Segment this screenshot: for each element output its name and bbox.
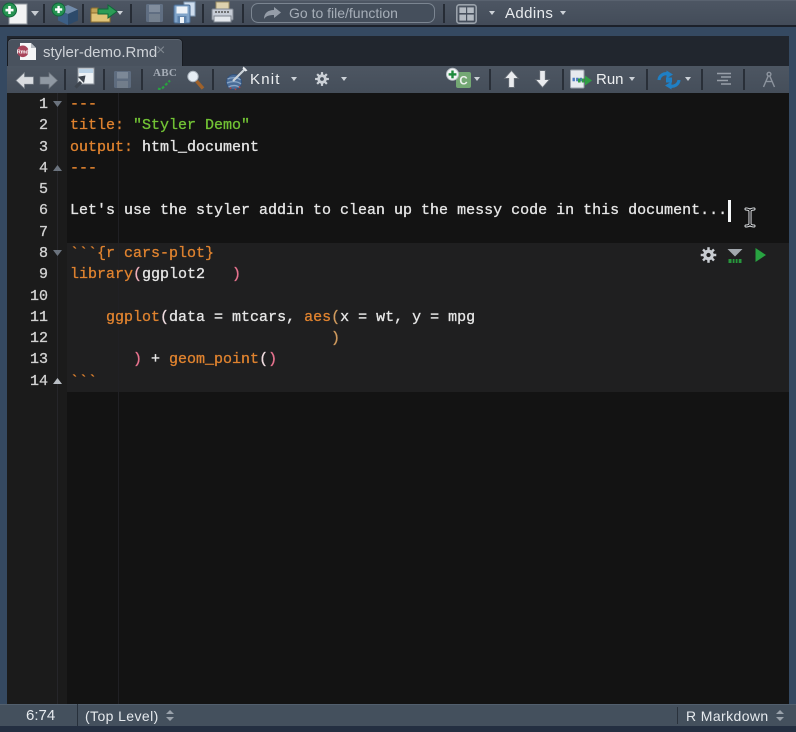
svg-text:C: C — [459, 76, 467, 88]
svg-text:Rmd: Rmd — [17, 49, 29, 55]
